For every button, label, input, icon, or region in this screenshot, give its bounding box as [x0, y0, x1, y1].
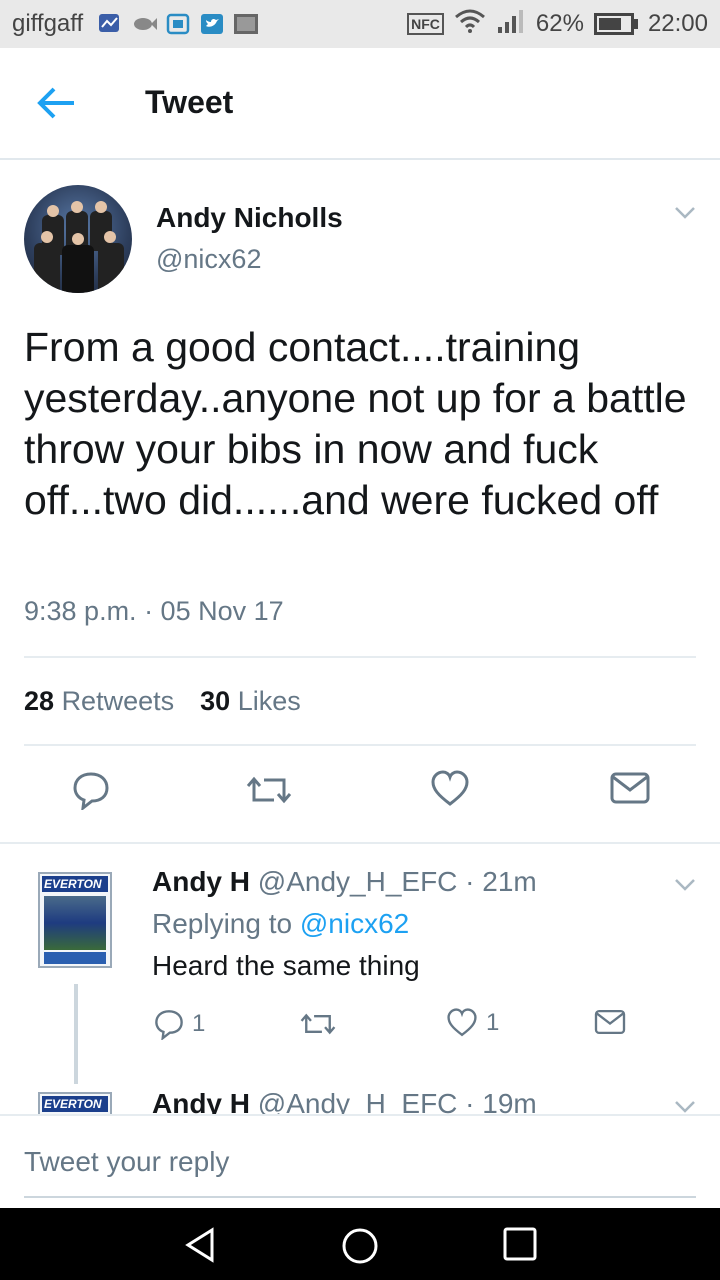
- app-header: Tweet: [0, 48, 720, 160]
- tweet-stats: 28 Retweets 30 Likes: [24, 686, 301, 717]
- signal-icon: [496, 9, 526, 40]
- retweets-count: 28: [24, 686, 55, 716]
- chevron-down-icon[interactable]: [674, 1100, 696, 1114]
- retweets-label: Retweets: [61, 686, 175, 716]
- club-badge: EVERTON: [42, 876, 108, 892]
- reply-button[interactable]: 1: [154, 1008, 205, 1040]
- reply-count: 1: [192, 1010, 206, 1037]
- back-arrow-icon[interactable]: [36, 86, 76, 120]
- club-badge: EVERTON: [42, 1096, 108, 1112]
- reply-author[interactable]: Andy H @Andy_H_EFC · 21m: [152, 866, 537, 898]
- reply-input[interactable]: Tweet your reply: [24, 1146, 229, 1178]
- author-handle[interactable]: @nicx62: [156, 244, 261, 275]
- reply-handle-time: @Andy_H_EFC · 21m: [257, 866, 537, 897]
- likes-stat[interactable]: 30 Likes: [200, 686, 301, 717]
- share-button[interactable]: [594, 1008, 626, 1036]
- divider: [24, 744, 696, 746]
- page-title: Tweet: [145, 84, 234, 120]
- status-bar: giffgaff NFC 62% 22:00: [0, 0, 720, 48]
- divider: [0, 842, 720, 844]
- reply-author-name: Andy H: [152, 866, 250, 897]
- tweet-actions: [0, 770, 720, 820]
- photo-icon: [233, 12, 259, 36]
- reply-icon: [155, 1010, 183, 1040]
- input-underline: [24, 1196, 696, 1198]
- share-icon[interactable]: [610, 770, 650, 806]
- reply-avatar[interactable]: EVERTON: [38, 872, 112, 968]
- likes-label: Likes: [237, 686, 301, 716]
- divider: [24, 656, 696, 658]
- author-name[interactable]: Andy Nicholls: [156, 202, 343, 234]
- tweet-text: From a good contact....training yesterda…: [24, 324, 687, 523]
- reply-avatar[interactable]: EVERTON: [38, 1092, 112, 1114]
- reply-icon[interactable]: [72, 770, 110, 810]
- fish-icon: [131, 12, 158, 36]
- chart-icon: [97, 12, 123, 36]
- like-icon: [447, 1008, 477, 1037]
- replying-to-link[interactable]: @nicx62: [300, 908, 409, 939]
- reply-text: Heard the same thing: [152, 950, 420, 981]
- retweet-icon: [300, 1013, 336, 1035]
- image-icon: [165, 12, 191, 36]
- wifi-icon: [454, 9, 486, 40]
- clock: 22:00: [647, 10, 708, 37]
- retweet-icon[interactable]: [246, 770, 292, 810]
- carrier-label: giffgaff: [12, 10, 84, 37]
- replying-to: Replying to @nicx62: [152, 908, 409, 940]
- navigation-bar: [0, 1208, 720, 1280]
- likes-count: 30: [200, 686, 231, 716]
- back-nav-icon[interactable]: [182, 1226, 220, 1264]
- reply-actions: 1 1: [0, 1008, 720, 1044]
- like-count: 1: [486, 1009, 500, 1036]
- retweet-button[interactable]: [300, 1008, 336, 1040]
- nfc-icon: NFC: [407, 13, 444, 35]
- share-icon: [594, 1009, 626, 1035]
- author-avatar[interactable]: [24, 185, 132, 293]
- recents-nav-icon[interactable]: [502, 1226, 538, 1262]
- battery-percent: 62%: [535, 10, 584, 37]
- home-nav-icon[interactable]: [340, 1226, 380, 1266]
- battery-icon: [593, 13, 638, 35]
- like-icon[interactable]: [430, 770, 470, 808]
- like-button[interactable]: 1: [446, 1008, 499, 1038]
- chevron-down-icon[interactable]: [674, 206, 696, 220]
- twitter-icon: [199, 12, 225, 36]
- reply-composer: Tweet your reply: [0, 1114, 720, 1208]
- tweet-timestamp: 9:38 p.m. · 05 Nov 17: [24, 596, 284, 626]
- retweets-stat[interactable]: 28 Retweets: [24, 686, 174, 717]
- replying-prefix: Replying to: [152, 908, 293, 939]
- chevron-down-icon[interactable]: [674, 878, 696, 892]
